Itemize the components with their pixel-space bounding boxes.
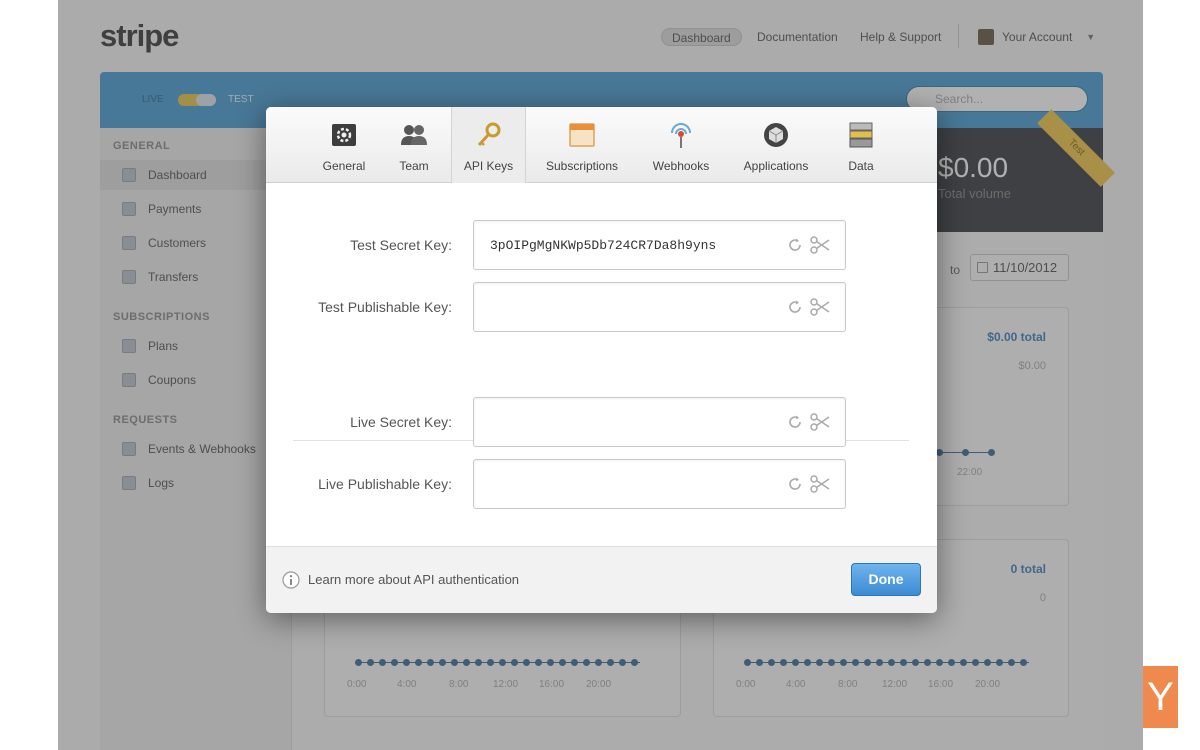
test-secret-key-field[interactable]: 3pOIPgMgNKWp5Db724CR7Da8h9yns [473,220,846,270]
subscriptions-icon [569,123,595,147]
tab-webhooks[interactable]: Webhooks [644,107,718,183]
test-publishable-key-field[interactable] [473,282,846,332]
scissors-icon[interactable] [810,475,830,493]
live-secret-key-label: Live Secret Key: [350,414,452,430]
modal-footer: Learn more about API authentication Done [266,546,937,613]
tab-api-keys[interactable]: API Keys [451,107,526,183]
test-secret-key-label: Test Secret Key: [350,237,452,253]
tab-label: Data [848,159,874,173]
key-icon [477,122,501,147]
team-icon [401,125,427,145]
test-secret-key-value[interactable]: 3pOIPgMgNKWp5Db724CR7Da8h9yns [490,238,716,253]
tab-subscriptions[interactable]: Subscriptions [538,107,626,183]
roll-key-icon[interactable] [787,299,803,315]
tab-label: Webhooks [652,159,710,173]
scissors-icon[interactable] [810,298,830,316]
done-button[interactable]: Done [851,563,921,596]
settings-tabs: General Team API Keys Subscriptions Webh… [266,107,937,183]
info-icon [282,571,300,589]
tab-data[interactable]: Data [834,107,888,183]
corner-tab: Y [1143,666,1178,728]
data-icon [849,122,873,148]
roll-key-icon[interactable] [787,476,803,492]
tab-label: General [322,159,366,173]
webhooks-icon [671,123,691,148]
roll-key-icon[interactable] [787,414,803,430]
tab-label: Team [399,159,429,173]
tab-applications[interactable]: Applications [734,107,818,183]
live-publishable-key-label: Live Publishable Key: [318,476,452,492]
tab-label: Subscriptions [545,159,619,173]
live-secret-key-field[interactable] [473,397,846,447]
account-settings-modal: General Team API Keys Subscriptions Webh… [266,107,937,613]
live-publishable-key-field[interactable] [473,459,846,509]
test-publishable-key-label: Test Publishable Key: [318,299,452,315]
roll-key-icon[interactable] [787,237,803,253]
tab-label: Applications [743,159,809,173]
tab-label: API Keys [463,159,514,173]
learn-more-link[interactable]: Learn more about API authentication [308,572,519,587]
tab-team[interactable]: Team [384,107,444,183]
scissors-icon[interactable] [810,413,830,431]
applications-icon [764,123,788,147]
gear-icon [332,124,356,146]
tab-general[interactable]: General [309,107,379,183]
scissors-icon[interactable] [810,236,830,254]
